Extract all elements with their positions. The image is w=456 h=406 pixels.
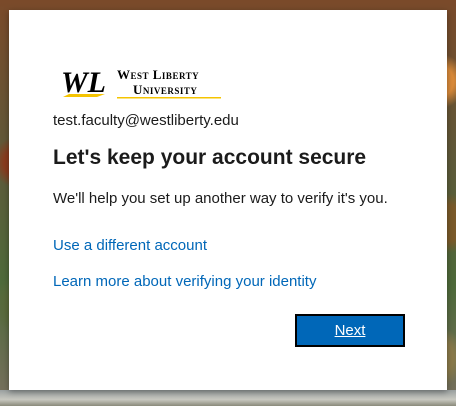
account-email: test.faculty@westliberty.edu bbox=[53, 112, 239, 129]
university-logo: WL West Liberty University bbox=[61, 64, 226, 100]
background-footer-strip bbox=[0, 390, 456, 406]
wl-logo-icon: WL West Liberty University bbox=[61, 66, 221, 99]
logo-line-1: West Liberty bbox=[117, 67, 199, 82]
sign-in-card: WL West Liberty University test.faculty@… bbox=[9, 10, 447, 390]
page-description: We'll help you set up another way to ver… bbox=[53, 190, 388, 207]
page-title: Let's keep your account secure bbox=[53, 146, 367, 169]
use-different-account-link[interactable]: Use a different account bbox=[53, 237, 207, 254]
next-button[interactable]: Next bbox=[295, 314, 405, 347]
logo-line-2: University bbox=[133, 82, 197, 97]
learn-more-verify-link[interactable]: Learn more about verifying your identity bbox=[53, 273, 316, 290]
